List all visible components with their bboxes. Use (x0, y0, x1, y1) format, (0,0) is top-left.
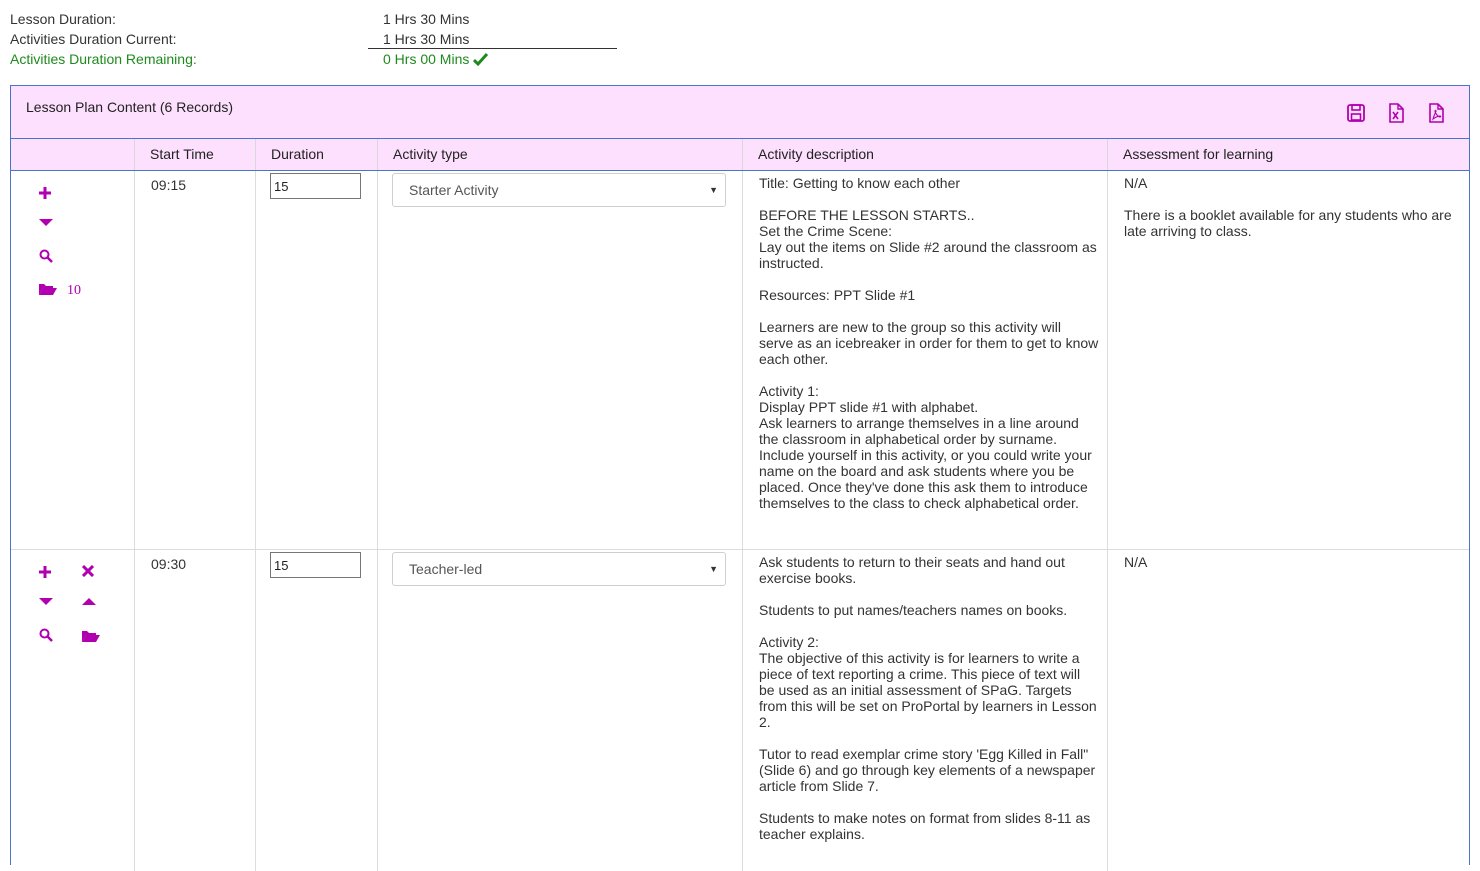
header-assessment: Assessment for learning (1107, 139, 1469, 170)
header-duration: Duration (255, 139, 377, 170)
search-icon[interactable] (39, 249, 53, 263)
panel-title: Lesson Plan Content (6 Records) (26, 99, 233, 115)
lesson-duration-label: Lesson Duration: (10, 11, 116, 27)
summary-divider (368, 48, 617, 49)
assessment-text: N/A (1124, 554, 1148, 570)
start-time: 09:30 (151, 556, 187, 572)
resource-count: 10 (67, 283, 81, 298)
duration-summary: Lesson Duration: 1 Hrs 30 Mins Activitie… (10, 10, 630, 70)
header-start-time: Start Time (134, 139, 255, 170)
current-duration-value: 1 Hrs 30 Mins (383, 31, 470, 47)
activity-type-select[interactable]: Teacher-led ▼ (392, 552, 726, 586)
save-icon[interactable] (1345, 102, 1369, 126)
pdf-export-icon[interactable] (1425, 102, 1449, 126)
lesson-duration-row: Lesson Duration: 1 Hrs 30 Mins (10, 10, 630, 30)
activity-type-select[interactable]: Starter Activity ▼ (392, 173, 726, 207)
current-duration-label: Activities Duration Current: (10, 31, 177, 47)
lesson-duration-value: 1 Hrs 30 Mins (383, 11, 470, 27)
activity-description: Ask students to return to their seats an… (759, 554, 1097, 842)
assessment-text: N/A There is a booklet available for any… (1124, 175, 1452, 239)
header-activity-description: Activity description (742, 139, 1107, 170)
folder-open-icon[interactable] (38, 282, 57, 296)
plus-icon[interactable] (38, 186, 52, 200)
excel-export-icon[interactable] (1385, 102, 1409, 126)
duration-input[interactable] (270, 552, 361, 578)
plus-icon[interactable] (38, 565, 52, 579)
activity-type-value: Starter Activity (409, 182, 499, 198)
chevron-down-icon: ▼ (709, 185, 718, 195)
lesson-plan-panel: Lesson Plan Content (6 Records) Start Ti… (10, 85, 1470, 871)
start-time: 09:15 (151, 177, 187, 193)
current-duration-row: Activities Duration Current: 1 Hrs 30 Mi… (10, 30, 630, 50)
remaining-duration-value: 0 Hrs 00 Mins (383, 51, 470, 67)
close-icon[interactable] (82, 565, 94, 577)
duration-input[interactable] (270, 173, 361, 199)
header-activity-type: Activity type (377, 139, 742, 170)
header-actions (11, 139, 134, 170)
panel-header: Lesson Plan Content (6 Records) (11, 86, 1469, 139)
search-icon[interactable] (39, 628, 53, 642)
remaining-duration-label: Activities Duration Remaining: (10, 51, 197, 67)
table-header: Start Time Duration Activity type Activi… (11, 139, 1469, 171)
caret-down-icon[interactable] (39, 219, 53, 227)
caret-up-icon[interactable] (82, 598, 96, 606)
caret-down-icon[interactable] (39, 598, 53, 606)
remaining-duration-value-wrap: 0 Hrs 00 Mins (383, 50, 489, 70)
activity-type-value: Teacher-led (409, 561, 483, 577)
remaining-duration-row: Activities Duration Remaining: 0 Hrs 00 … (10, 50, 630, 70)
folder-open-icon[interactable] (81, 629, 100, 643)
activity-description: Title: Getting to know each other BEFORE… (759, 175, 1099, 511)
check-icon (473, 52, 489, 70)
table-row: 09:30 Teacher-led ▼ Ask students to retu… (11, 549, 1469, 869)
chevron-down-icon: ▼ (709, 564, 718, 574)
table-row: 10 09:15 Starter Activity ▼ Title: Getti… (11, 171, 1469, 550)
